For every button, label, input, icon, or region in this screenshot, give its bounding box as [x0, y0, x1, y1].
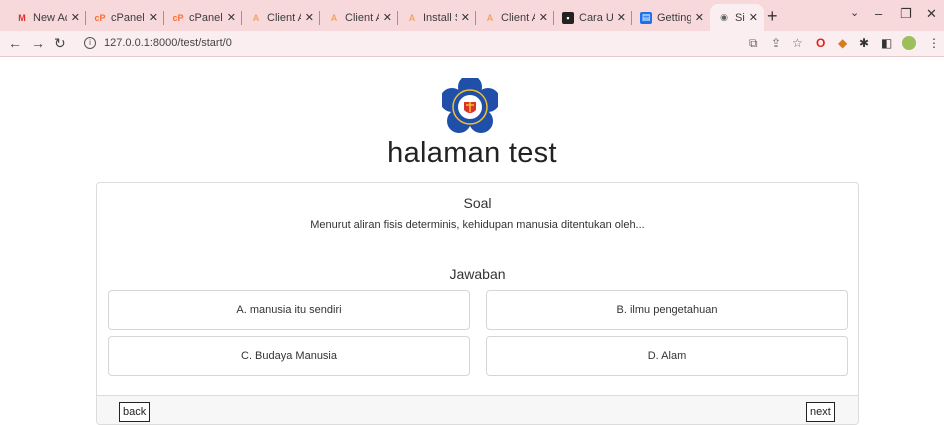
tab-search-icon[interactable]: ⌄ — [850, 6, 859, 19]
doc-icon: ▤ — [640, 11, 652, 24]
browser-tab[interactable]: ▪ Cara Up ✕ — [554, 4, 632, 31]
jawaban-heading: Jawaban — [449, 266, 506, 282]
browser-tab[interactable]: cP cPanel - ✕ — [164, 4, 242, 31]
new-tab-button[interactable]: + — [767, 7, 778, 25]
close-tab-icon[interactable]: ✕ — [383, 11, 392, 24]
bookmark-star-icon[interactable]: ☆ — [792, 36, 803, 50]
tab-title: Getting — [657, 11, 691, 24]
tab-title: New Ac — [33, 11, 67, 24]
app-icon: A — [252, 12, 260, 23]
tab-title: Client A — [345, 11, 379, 24]
tab-title: cPanel - — [189, 11, 223, 24]
cpanel-icon: cP — [172, 12, 184, 23]
browser-tab[interactable]: ▤ Getting ✕ — [632, 4, 710, 31]
browser-tab[interactable]: A Install S ✕ — [398, 4, 476, 31]
app-icon: A — [330, 12, 338, 23]
back-button[interactable]: back — [119, 402, 151, 422]
tab-strip: M New Ac ✕ cP cPanel - ✕ cP cPanel - ✕ A… — [0, 0, 944, 31]
browser-tab[interactable]: cP cPanel - ✕ — [86, 4, 164, 31]
app-icon: A — [408, 12, 416, 23]
soal-heading: Soal — [463, 195, 492, 211]
browser-tab[interactable]: A Client A ✕ — [320, 4, 398, 31]
tab-title: Sistem — [735, 11, 745, 24]
minimize-icon[interactable]: – — [875, 6, 882, 21]
close-tab-icon[interactable]: ✕ — [749, 11, 758, 24]
close-tab-icon[interactable]: ✕ — [149, 11, 158, 24]
cpanel-icon: cP — [94, 12, 106, 23]
browser-tab[interactable]: A Client A ✕ — [242, 4, 320, 31]
close-tab-icon[interactable]: ✕ — [305, 11, 314, 24]
video-icon: ▪ — [562, 11, 574, 24]
browser-tab[interactable]: A Client A ✕ — [476, 4, 554, 31]
reload-icon[interactable]: ↻ — [54, 35, 66, 51]
opera-extension-icon[interactable]: O — [816, 36, 825, 50]
browser-tab-active[interactable]: ◉ Sistem ✕ — [710, 4, 764, 31]
browser-tab[interactable]: M New Ac ✕ — [8, 4, 86, 31]
close-tab-icon[interactable]: ✕ — [461, 11, 470, 24]
info-icon[interactable]: i — [84, 37, 96, 49]
answer-option-d[interactable]: D. Alam — [486, 336, 848, 376]
extension-icon[interactable]: ◆ — [838, 36, 847, 50]
tab-title: Install S — [423, 11, 457, 24]
tab-title: cPanel - — [111, 11, 145, 24]
school-logo — [442, 78, 498, 133]
next-button[interactable]: next — [806, 402, 835, 422]
answer-option-b[interactable]: B. ilmu pengetahuan — [486, 290, 848, 330]
card-footer: back next — [97, 395, 858, 424]
close-tab-icon[interactable]: ✕ — [539, 11, 548, 24]
tab-title: Cara Up — [579, 11, 613, 24]
back-arrow-icon[interactable]: ← — [8, 35, 22, 51]
page-title: halaman test — [387, 137, 557, 169]
tab-title: Client A — [267, 11, 301, 24]
app-icon: A — [486, 12, 494, 23]
globe-icon: ◉ — [720, 12, 728, 22]
translate-icon[interactable]: ⧉ — [749, 36, 758, 50]
forward-arrow-icon[interactable]: → — [31, 35, 45, 51]
restore-icon[interactable]: ❐ — [900, 6, 912, 22]
close-tab-icon[interactable]: ✕ — [71, 11, 80, 24]
gmail-icon: M — [18, 12, 26, 23]
close-tab-icon[interactable]: ✕ — [695, 11, 704, 24]
profile-avatar[interactable] — [902, 36, 916, 50]
menu-dots-icon[interactable]: ⋮ — [928, 36, 940, 50]
browser-toolbar: ← → ↻ i 127.0.0.1:8000/test/start/0 ⧉ ⇪ … — [0, 31, 944, 57]
close-tab-icon[interactable]: ✕ — [227, 11, 236, 24]
url-text[interactable]: 127.0.0.1:8000/test/start/0 — [104, 37, 232, 49]
address-bar[interactable]: i 127.0.0.1:8000/test/start/0 — [78, 34, 796, 54]
close-window-icon[interactable]: ✕ — [926, 6, 937, 22]
answer-option-c[interactable]: C. Budaya Manusia — [108, 336, 470, 376]
side-panel-icon[interactable]: ◧ — [881, 36, 892, 50]
share-icon[interactable]: ⇪ — [771, 36, 781, 50]
close-tab-icon[interactable]: ✕ — [617, 11, 626, 24]
question-text: Menurut aliran fisis determinis, kehidup… — [310, 219, 645, 231]
question-card: Soal Menurut aliran fisis determinis, ke… — [96, 182, 859, 425]
tab-title: Client A — [501, 11, 535, 24]
extensions-puzzle-icon[interactable]: ✱ — [859, 36, 869, 50]
answer-option-a[interactable]: A. manusia itu sendiri — [108, 290, 470, 330]
